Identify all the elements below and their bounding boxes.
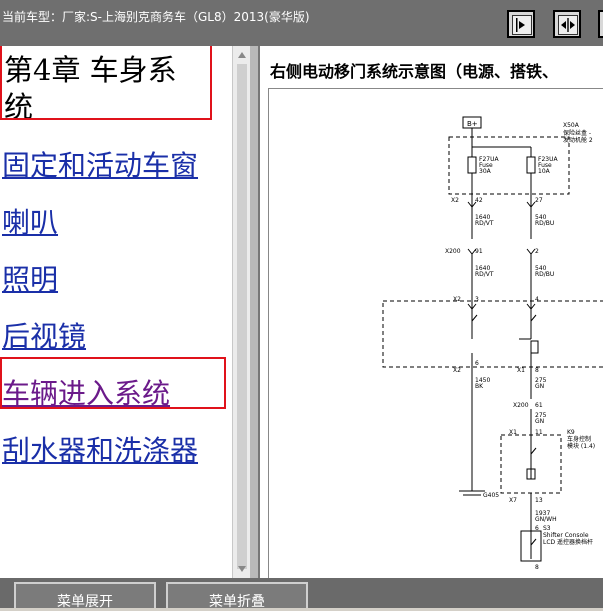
- wire-color-540-b: RD/BU: [535, 271, 554, 278]
- expand-right-button[interactable]: [507, 10, 535, 38]
- f27ua-amp-label: 30A: [479, 168, 492, 175]
- wiring-diagram: B+ X50A 保险丝盒 - 发动机舱 2 F27UA Fuse 30A F23…: [268, 88, 603, 578]
- k9-label: K9: [567, 429, 575, 436]
- fuse-f23ua: [526, 156, 536, 174]
- left-scrollbar[interactable]: [232, 46, 251, 578]
- pin2-label: 2: [535, 248, 539, 255]
- x1b-label: X1: [509, 429, 517, 436]
- s3-name2-label: LCD 遥控器换档杆: [543, 538, 593, 546]
- x2c-label: X2: [453, 367, 461, 374]
- wire-color-275-a: GN: [535, 383, 544, 390]
- split-view-button[interactable]: [553, 10, 581, 38]
- pin61-label: 61: [535, 402, 543, 409]
- bottom-bar: 菜单展开 菜单折叠: [0, 578, 603, 610]
- selected-item-highlight-box: [0, 357, 226, 409]
- pin11-label: 11: [535, 429, 543, 436]
- x200-label: X200: [445, 248, 461, 255]
- menu-collapse-button[interactable]: 菜单折叠: [166, 582, 308, 610]
- bplus-label: B+: [467, 120, 478, 128]
- nav-item-horn[interactable]: 喇叭: [2, 201, 58, 241]
- pin8-label: 8: [535, 367, 539, 374]
- split-view-icon: [558, 15, 578, 35]
- fuse-f27ua: [467, 156, 477, 174]
- x7-label: X7: [509, 497, 517, 504]
- chapter-highlight-box: [0, 46, 212, 120]
- pin6-label: 6: [475, 360, 479, 367]
- resistor: [530, 340, 539, 354]
- expand-left-button[interactable]: [598, 10, 603, 38]
- x1-label: X1: [517, 367, 525, 374]
- s3-name-label: Shifter Console: [543, 532, 589, 539]
- x2b-label: X2: [453, 296, 461, 303]
- nav-item-mirrors[interactable]: 后视镜: [2, 315, 86, 355]
- diagram-panel: 右侧电动移门系统示意图（电源、搭铁、 B+ X50A 保险丝盒 - 发动机舱 2…: [258, 46, 603, 578]
- door-module-outline: [382, 300, 603, 368]
- k9-name2-label: 模块 (1.4): [567, 442, 595, 450]
- s3-label: S3: [543, 525, 551, 532]
- pin4-label: 4: [535, 296, 539, 303]
- chapter-nav-panel: 第4章 车身系统 固定和活动车窗 喇叭 照明 后视镜 车辆进入系统 刮水器和洗涤…: [0, 46, 232, 578]
- menu-expand-button[interactable]: 菜单展开: [14, 582, 156, 610]
- fuse-block-label2: 发动机舱 2: [563, 136, 593, 144]
- f23ua-amp-label: 10A: [538, 168, 551, 175]
- wire-color-1450: BK: [475, 383, 484, 390]
- x50a-label: X50A: [563, 122, 580, 129]
- expand-right-icon: [512, 15, 532, 35]
- fuse-block-label: 保险丝盒 -: [563, 129, 591, 137]
- wire-color-1937: GN/WH: [535, 516, 557, 523]
- pin91-label: 91: [475, 248, 483, 255]
- wire-color-275-b: GN: [535, 418, 544, 425]
- nav-item-lighting[interactable]: 照明: [2, 258, 58, 298]
- pin42-label: 42: [475, 197, 483, 204]
- vehicle-title: 当前车型：厂家:S-上海别克商务车（GL8）2013(豪华版): [2, 10, 310, 24]
- k9-name-label: 车身控制: [567, 435, 591, 443]
- scroll-thumb: [237, 64, 247, 569]
- wire-color-1640-b: RD/VT: [475, 271, 494, 278]
- x200b-label: X200: [513, 402, 529, 409]
- diagram-title: 右侧电动移门系统示意图（电源、搭铁、: [270, 62, 559, 81]
- pin13-label: 13: [535, 497, 543, 504]
- pin3-label: 3: [475, 296, 479, 303]
- g405-label: G405: [483, 492, 499, 499]
- nav-item-windows[interactable]: 固定和活动车窗: [2, 144, 198, 184]
- wire-color-1640-a: RD/VT: [475, 220, 494, 227]
- s3-pin2-label: 8: [535, 564, 539, 571]
- title-bar: 当前车型：厂家:S-上海别克商务车（GL8）2013(豪华版): [0, 0, 603, 46]
- wire-color-540-a: RD/BU: [535, 220, 554, 227]
- pin27-label: 27: [535, 197, 543, 204]
- nav-item-wipers[interactable]: 刮水器和洗涤器: [2, 429, 198, 469]
- panel-splitter[interactable]: [250, 46, 258, 578]
- x2-label: X2: [451, 197, 459, 204]
- scroll-up-icon: [238, 52, 246, 58]
